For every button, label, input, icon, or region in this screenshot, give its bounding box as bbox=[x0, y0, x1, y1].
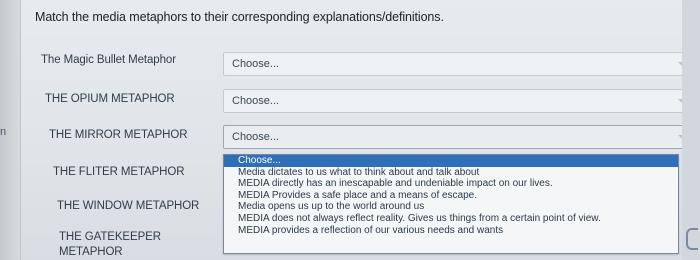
select-value: Choose... bbox=[232, 58, 280, 70]
dropdown-option[interactable]: MEDIA provides a reflection of our vario… bbox=[224, 225, 678, 237]
dropdown-option[interactable]: MEDIA directly has an inescapable and un… bbox=[224, 178, 678, 190]
dropdown-option[interactable]: Media dictates to us what to think about… bbox=[224, 167, 678, 179]
label-window: THE WINDOW METAPHOR bbox=[57, 200, 200, 212]
label-opium: THE OPIUM METAPHOR bbox=[45, 93, 175, 105]
question-card: Match the media metaphors to their corre… bbox=[20, 0, 700, 260]
dropdown-option[interactable]: Choose... bbox=[224, 155, 678, 167]
left-page-margin: n bbox=[0, 0, 20, 260]
bracket-handle-icon bbox=[686, 228, 698, 250]
label-fliter: THE FLITER METAPHOR bbox=[53, 166, 185, 178]
select-opium[interactable]: Choose... bbox=[223, 89, 700, 113]
label-gatekeeper-line-1: THE GATEKEEPER bbox=[59, 231, 161, 243]
select-value: Choose... bbox=[232, 95, 280, 107]
dropdown-option[interactable]: MEDIA does not always reflect reality. G… bbox=[224, 213, 678, 225]
label-magic-bullet: The Magic Bullet Metaphor bbox=[41, 54, 176, 66]
cut-off-character: n bbox=[0, 126, 7, 138]
select-magic-bullet[interactable]: Choose... bbox=[223, 52, 700, 76]
dropdown-option[interactable]: MEDIA Provides a safe place and a means … bbox=[224, 190, 678, 202]
dropdown-option[interactable]: Media opens us up to the world around us bbox=[224, 201, 678, 213]
select-mirror[interactable]: Choose... bbox=[223, 125, 700, 149]
select-value: Choose... bbox=[232, 131, 280, 143]
dropdown-listbox[interactable]: Choose... Media dictates to us what to t… bbox=[223, 154, 679, 254]
question-text: Match the media metaphors to their corre… bbox=[35, 10, 444, 24]
label-gatekeeper: THE GATEKEEPER METAPHOR bbox=[59, 230, 161, 260]
right-page-margin bbox=[682, 0, 700, 260]
label-mirror: THE MIRROR METAPHOR bbox=[49, 129, 188, 141]
label-gatekeeper-line-2: METAPHOR bbox=[59, 246, 123, 258]
